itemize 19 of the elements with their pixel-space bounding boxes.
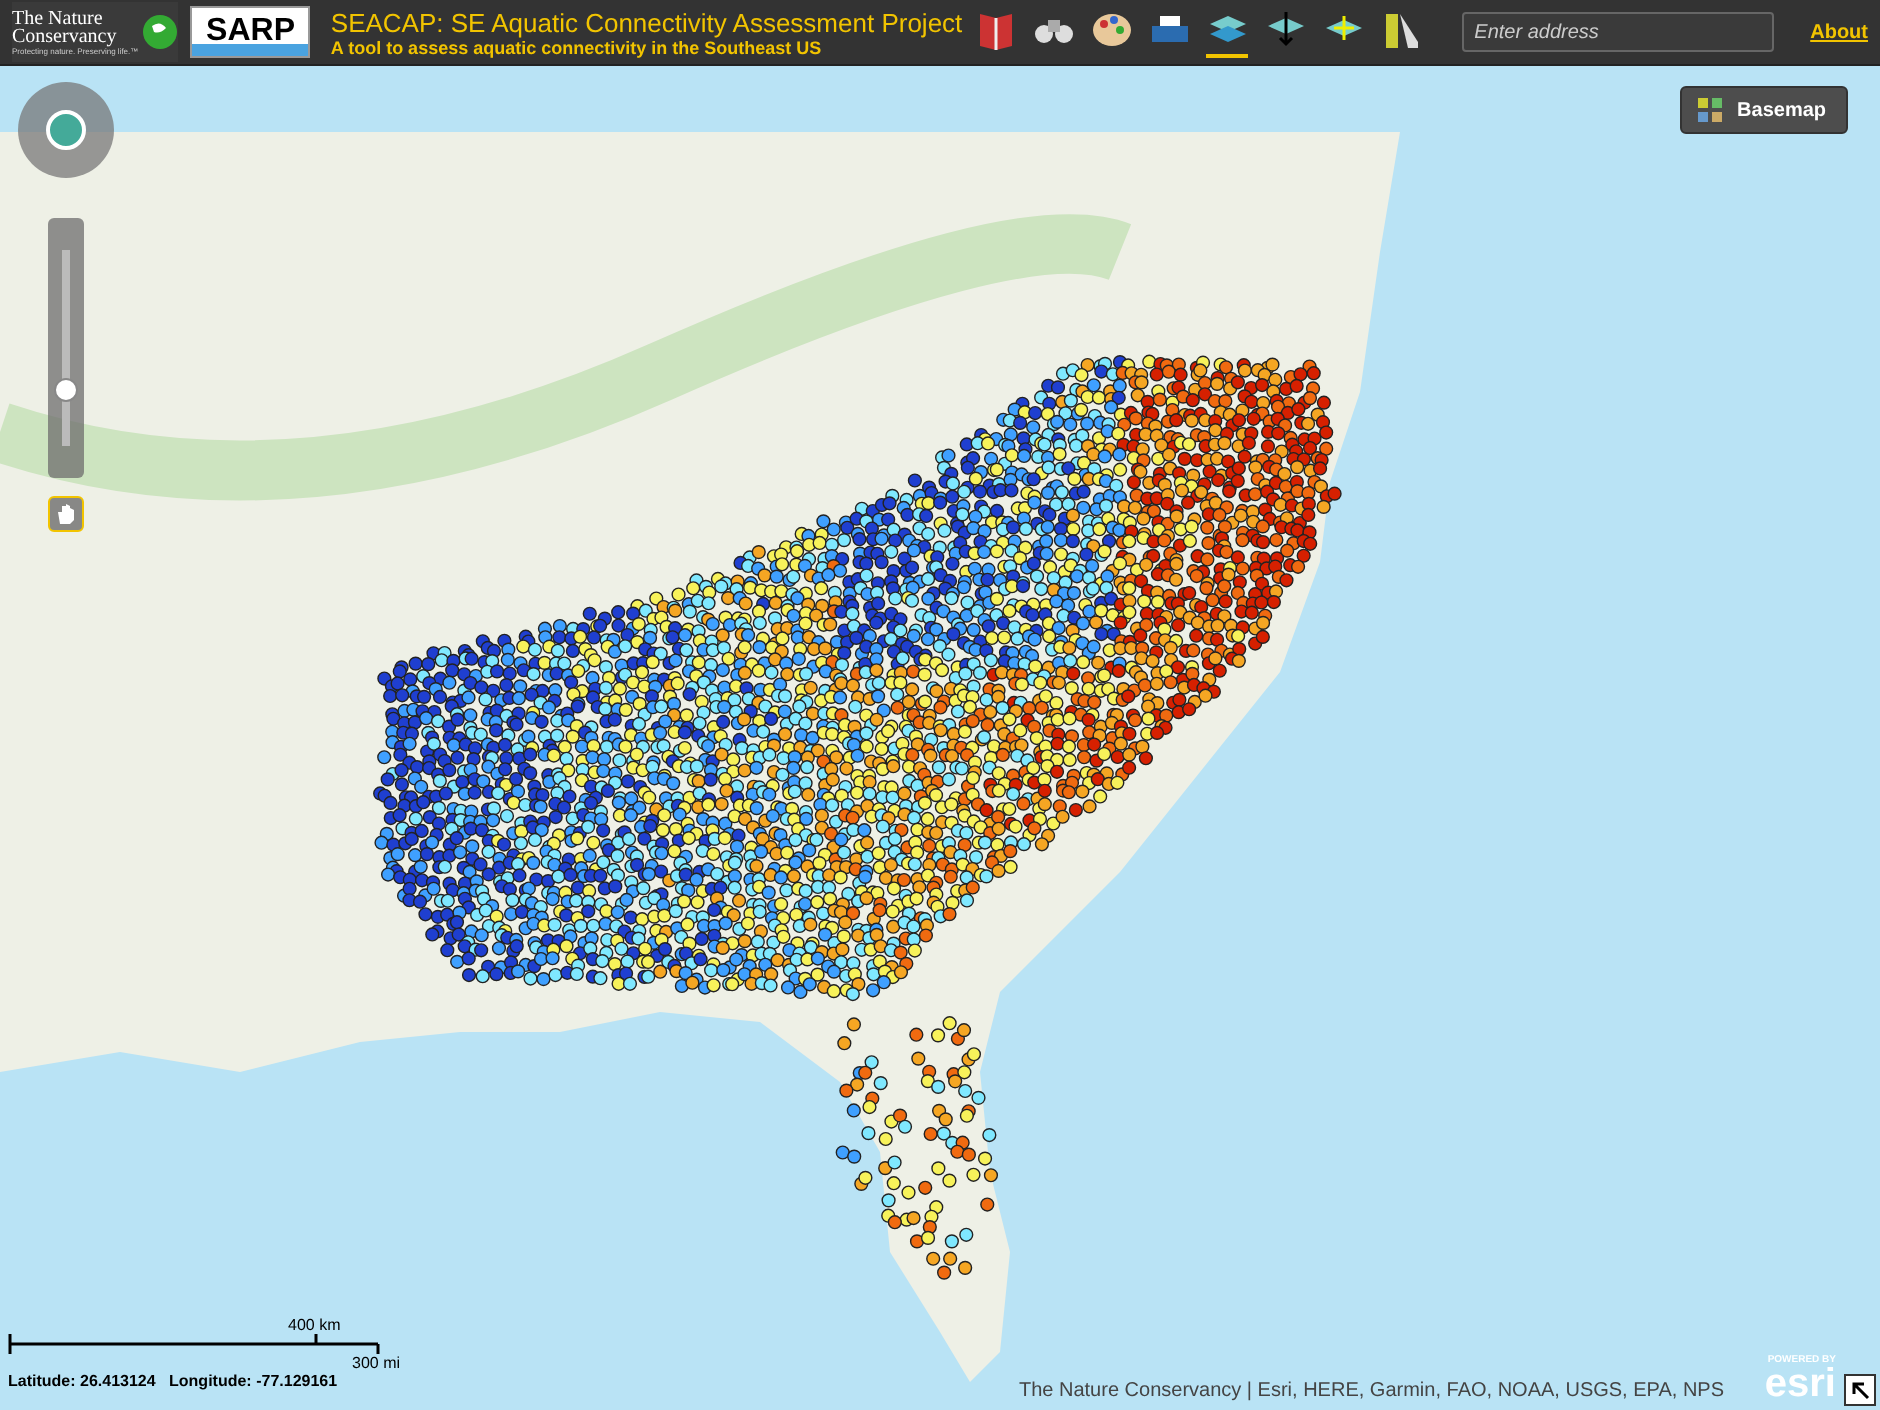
- basemap-grid-icon: [1697, 98, 1722, 122]
- app-title: SEACAP: SE Aquatic Connectivity Assessment Project: [330, 7, 963, 37]
- logo-name: The Nature Conservancy: [12, 9, 119, 45]
- scale-metric-label: 400 km: [288, 1316, 343, 1334]
- zoom-slider-thumb[interactable]: [54, 377, 78, 402]
- cursor-coordinates: Latitude: 26.413124 Longitude: -77.129161: [8, 1372, 340, 1390]
- expand-arrow-button[interactable]: [1844, 1374, 1876, 1406]
- about-link[interactable]: About: [1810, 21, 1868, 43]
- map-attribution: The Nature Conservancy | Esri, HERE, Garmin, FAO, NOAA, USGS, EPA, NPS: [1018, 1380, 1724, 1402]
- hand-icon: [54, 502, 78, 526]
- sarp-logo: SARP: [190, 6, 311, 58]
- address-search-field[interactable]: Enter address: [1462, 12, 1775, 52]
- zoom-slider[interactable]: [48, 218, 84, 478]
- app-subtitle: A tool to assess aquatic connectivity in the Southeast US: [330, 37, 824, 57]
- pan-hand-button[interactable]: [48, 496, 84, 532]
- basemap-button[interactable]: Basemap: [1679, 86, 1848, 134]
- esri-wordmark: esri: [1764, 1366, 1836, 1402]
- arrow-icon: [1850, 1380, 1870, 1400]
- scale-imperial-label: 300 mi: [352, 1354, 401, 1372]
